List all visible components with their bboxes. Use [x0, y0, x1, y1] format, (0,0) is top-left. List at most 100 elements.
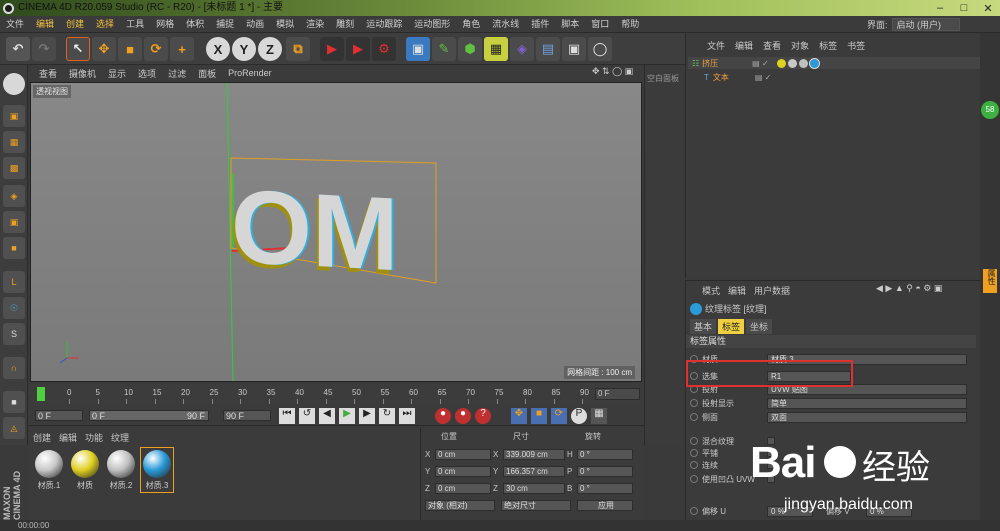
viewport-menu-item[interactable]: 过滤	[162, 67, 192, 80]
menu-item[interactable]: 窗口	[585, 16, 615, 33]
viewport-menu-item[interactable]: 选项	[132, 67, 162, 80]
coordinate-system-icon[interactable]: ⧉	[286, 37, 310, 61]
scale-tool-icon[interactable]: ■	[118, 37, 142, 61]
go-to-start-icon[interactable]: ⏮	[279, 408, 295, 424]
object-manager-menu-item[interactable]: 编辑	[730, 39, 758, 52]
subdivision-icon[interactable]: ⬢	[458, 37, 482, 61]
menu-item[interactable]: 网格	[150, 16, 180, 33]
lock-workplane-icon[interactable]: ■	[3, 391, 25, 413]
radio-icon[interactable]	[690, 449, 698, 457]
apply-button[interactable]: 应用	[577, 500, 633, 511]
floor-icon[interactable]: ▤	[536, 37, 560, 61]
coord-mode-dropdown[interactable]: 对象 (相对)	[425, 500, 495, 511]
start-frame-field[interactable]: 0 F	[35, 410, 83, 421]
menu-item[interactable]: 捕捉	[210, 16, 240, 33]
radio-icon[interactable]	[690, 461, 698, 469]
next-key-icon[interactable]: ↻	[379, 408, 395, 424]
cube-primitive-icon[interactable]: ▣	[406, 37, 430, 61]
viewport-menu-item[interactable]: 面板	[192, 67, 222, 80]
notification-badge[interactable]: 58	[981, 101, 999, 119]
menu-item[interactable]: 动画	[240, 16, 270, 33]
layout-dropdown[interactable]: 启动 (用户)	[891, 18, 960, 31]
radio-icon[interactable]	[690, 399, 698, 407]
end-frame-field[interactable]: 90 F	[223, 410, 271, 421]
menu-item[interactable]: 脚本	[555, 16, 585, 33]
menu-item[interactable]: 渲染	[300, 16, 330, 33]
scale-key-icon[interactable]: ■	[531, 408, 547, 424]
polygons-mode-icon[interactable]: ■	[3, 237, 25, 259]
magnet-icon[interactable]: ∩	[3, 357, 25, 379]
position-key-icon[interactable]: ✥	[511, 408, 527, 424]
size-field[interactable]: 339.009 cm	[503, 449, 565, 460]
undo-icon[interactable]: ↶	[6, 37, 30, 61]
menu-item[interactable]: 流水线	[486, 16, 525, 33]
render-to-picture-viewer-icon[interactable]: ▶	[346, 37, 370, 61]
redo-icon[interactable]: ↷	[32, 37, 56, 61]
size-field[interactable]: 30 cm	[503, 483, 565, 494]
viewport[interactable]: 透视视图 OM OM OM 网格间距 : 100 cm	[30, 82, 642, 382]
material-ball[interactable]	[71, 450, 99, 478]
select-tool-icon[interactable]: ↖	[66, 37, 90, 61]
visibility-icon[interactable]: ▤ ✓	[755, 73, 771, 82]
next-frame-icon[interactable]: ▶	[359, 408, 375, 424]
menu-item[interactable]: 雕刻	[330, 16, 360, 33]
object-manager-menu-item[interactable]: 书签	[842, 39, 870, 52]
object-manager-menu-item[interactable]: 对象	[786, 39, 814, 52]
size-mode-dropdown[interactable]: 绝对尺寸	[501, 500, 571, 511]
pen-spline-icon[interactable]: ✎	[432, 37, 456, 61]
workplane-icon[interactable]: ▩	[3, 157, 25, 179]
material-swatch[interactable]: 材质.1	[33, 448, 65, 492]
viewport-nav-icons[interactable]: ✥ ⇅ ◯ ▣	[592, 66, 642, 80]
radio-icon[interactable]	[690, 475, 698, 483]
pla-key-icon[interactable]: ▦	[591, 408, 607, 424]
menu-item[interactable]: 运动跟踪	[360, 16, 408, 33]
viewport-menu-item[interactable]: 显示	[102, 67, 132, 80]
object-manager-menu-item[interactable]: 文件	[702, 39, 730, 52]
viewport-menu-item[interactable]: 摄像机	[63, 67, 102, 80]
material-swatch[interactable]: 材质.2	[105, 448, 137, 492]
viewport-menu-item[interactable]: 查看	[33, 67, 63, 80]
maximize-icon[interactable]: □	[952, 0, 976, 16]
attribute-value[interactable]: 简单	[767, 397, 967, 409]
current-frame-field[interactable]: 0 F	[595, 388, 640, 400]
object-name[interactable]: 文本	[713, 72, 753, 83]
menu-item[interactable]: 文件	[0, 16, 30, 33]
position-field[interactable]: 0 cm	[435, 483, 491, 494]
play-icon[interactable]: ▶	[339, 408, 355, 424]
material-ball[interactable]	[107, 450, 135, 478]
position-field[interactable]: 0 cm	[435, 466, 491, 477]
parameter-key-icon[interactable]: P	[571, 408, 587, 424]
render-view-icon[interactable]: ▶	[320, 37, 344, 61]
rotation-field[interactable]: 0 °	[577, 483, 633, 494]
object-manager-menu-item[interactable]: 查看	[758, 39, 786, 52]
object-manager-menu-item[interactable]: 标签	[814, 39, 842, 52]
rotate-tool-icon[interactable]: ⟳	[144, 37, 168, 61]
object-row-extrude[interactable]: ☷ 挤压 ▤ ✓	[688, 57, 981, 69]
edges-mode-icon[interactable]: ▣	[3, 211, 25, 233]
points-mode-icon[interactable]: ◈	[3, 185, 25, 207]
timeline-playhead[interactable]	[37, 387, 45, 401]
timeline[interactable]: 0 5 10 15 20 25 30 35 40 45 50 55 60 65 70 75 80 85 90 0 F	[29, 384, 644, 406]
size-field[interactable]: 166.357 cm	[503, 466, 565, 477]
visibility-icon[interactable]: ▤ ✓	[752, 59, 768, 68]
attributes-side-tab[interactable]: 属性	[983, 269, 997, 293]
object-name[interactable]: 挤压	[702, 58, 742, 69]
z-axis-button[interactable]: Z	[258, 37, 282, 61]
menu-item[interactable]: 工具	[120, 16, 150, 33]
material-swatch[interactable]: 材质	[69, 448, 101, 492]
close-icon[interactable]: ✕	[976, 0, 1000, 16]
make-editable-icon[interactable]	[3, 73, 25, 95]
menu-item[interactable]: 创建	[60, 16, 90, 33]
menu-item[interactable]: 选择	[90, 16, 120, 33]
last-tool-icon[interactable]: +	[170, 37, 194, 61]
radio-icon[interactable]	[690, 413, 698, 421]
viewport-menu-item[interactable]: ProRender	[222, 68, 278, 78]
planar-icon[interactable]: ◬	[3, 417, 25, 439]
menu-item[interactable]: 帮助	[615, 16, 645, 33]
menu-item[interactable]: 编辑	[30, 16, 60, 33]
menu-item[interactable]: 角色	[456, 16, 486, 33]
render-settings-icon[interactable]: ⚙	[372, 37, 396, 61]
rotation-field[interactable]: 0 °	[577, 449, 633, 460]
rotation-field[interactable]: 0 °	[577, 466, 633, 477]
prev-key-icon[interactable]: ↺	[299, 408, 315, 424]
